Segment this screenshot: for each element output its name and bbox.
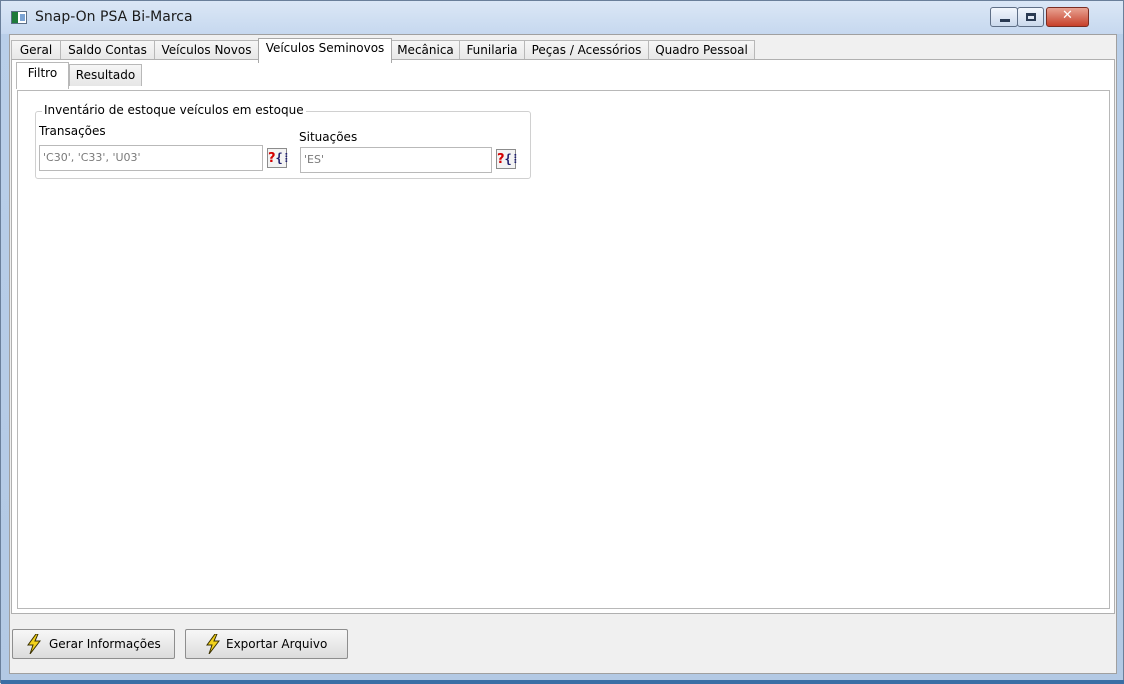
- gerar-informacoes-label: Gerar Informações: [49, 637, 161, 651]
- close-icon: ✕: [1062, 8, 1073, 23]
- tab-resultado[interactable]: Resultado: [69, 64, 142, 86]
- transacoes-input[interactable]: 'C30', 'C33', 'U03': [39, 145, 263, 171]
- maximize-button[interactable]: [1017, 7, 1044, 27]
- situacoes-lookup-button[interactable]: ?{⁞: [496, 149, 519, 169]
- window-title: Snap-On PSA Bi-Marca: [35, 9, 193, 25]
- situacoes-label: Situações: [299, 130, 358, 144]
- filtro-panel: Inventário de estoque veículos em estoqu…: [17, 90, 1110, 609]
- lookup-question-icon: ?: [497, 152, 505, 167]
- title-bar[interactable]: Snap-On PSA Bi-Marca ✕: [1, 1, 1123, 34]
- tab-geral[interactable]: Geral: [11, 40, 61, 61]
- tab-panel-veiculos-seminovos: Filtro Resultado Inventário de estoque v…: [11, 59, 1115, 614]
- action-bar: Gerar Informações Exportar Arquivo: [11, 616, 1115, 672]
- tab-quadro-pessoal[interactable]: Quadro Pessoal: [648, 40, 755, 61]
- minimize-button[interactable]: [990, 7, 1018, 27]
- transacoes-label: Transações: [39, 124, 106, 138]
- close-button[interactable]: ✕: [1046, 7, 1089, 27]
- exportar-arquivo-label: Exportar Arquivo: [226, 637, 328, 651]
- group-legend: Inventário de estoque veículos em estoqu…: [42, 103, 306, 117]
- main-tab-strip: Geral Saldo Contas Veículos Novos Veícul…: [10, 38, 1116, 63]
- gerar-informacoes-button[interactable]: Gerar Informações: [12, 629, 175, 659]
- tab-veiculos-novos[interactable]: Veículos Novos: [154, 40, 259, 61]
- transacoes-lookup-button[interactable]: ?{⁞: [267, 148, 290, 168]
- situacoes-input[interactable]: 'ES': [300, 147, 492, 173]
- minimize-icon: [1000, 19, 1010, 22]
- lightning-icon: [206, 634, 220, 654]
- inventory-filter-group: Inventário de estoque veículos em estoqu…: [35, 103, 531, 179]
- maximize-icon: [1026, 13, 1036, 21]
- exportar-arquivo-button[interactable]: Exportar Arquivo: [185, 629, 348, 659]
- tab-filtro[interactable]: Filtro: [16, 62, 69, 89]
- tab-funilaria[interactable]: Funilaria: [459, 40, 525, 61]
- app-icon: [11, 11, 27, 24]
- lookup-brace-icon: {⁞: [275, 151, 290, 165]
- app-window: Snap-On PSA Bi-Marca ✕ Geral Saldo Conta…: [0, 0, 1124, 684]
- tab-mecanica[interactable]: Mecânica: [391, 40, 460, 61]
- lookup-brace-icon: {⁞: [504, 152, 519, 166]
- lookup-question-icon: ?: [268, 151, 276, 166]
- tab-saldo-contas[interactable]: Saldo Contas: [60, 40, 155, 61]
- client-area: Geral Saldo Contas Veículos Novos Veícul…: [9, 34, 1117, 674]
- tab-pecas-acessorios[interactable]: Peças / Acessórios: [524, 40, 649, 61]
- window-bottom-edge: [1, 680, 1124, 684]
- tab-veiculos-seminovos[interactable]: Veículos Seminovos: [258, 38, 392, 63]
- lightning-icon: [27, 634, 41, 654]
